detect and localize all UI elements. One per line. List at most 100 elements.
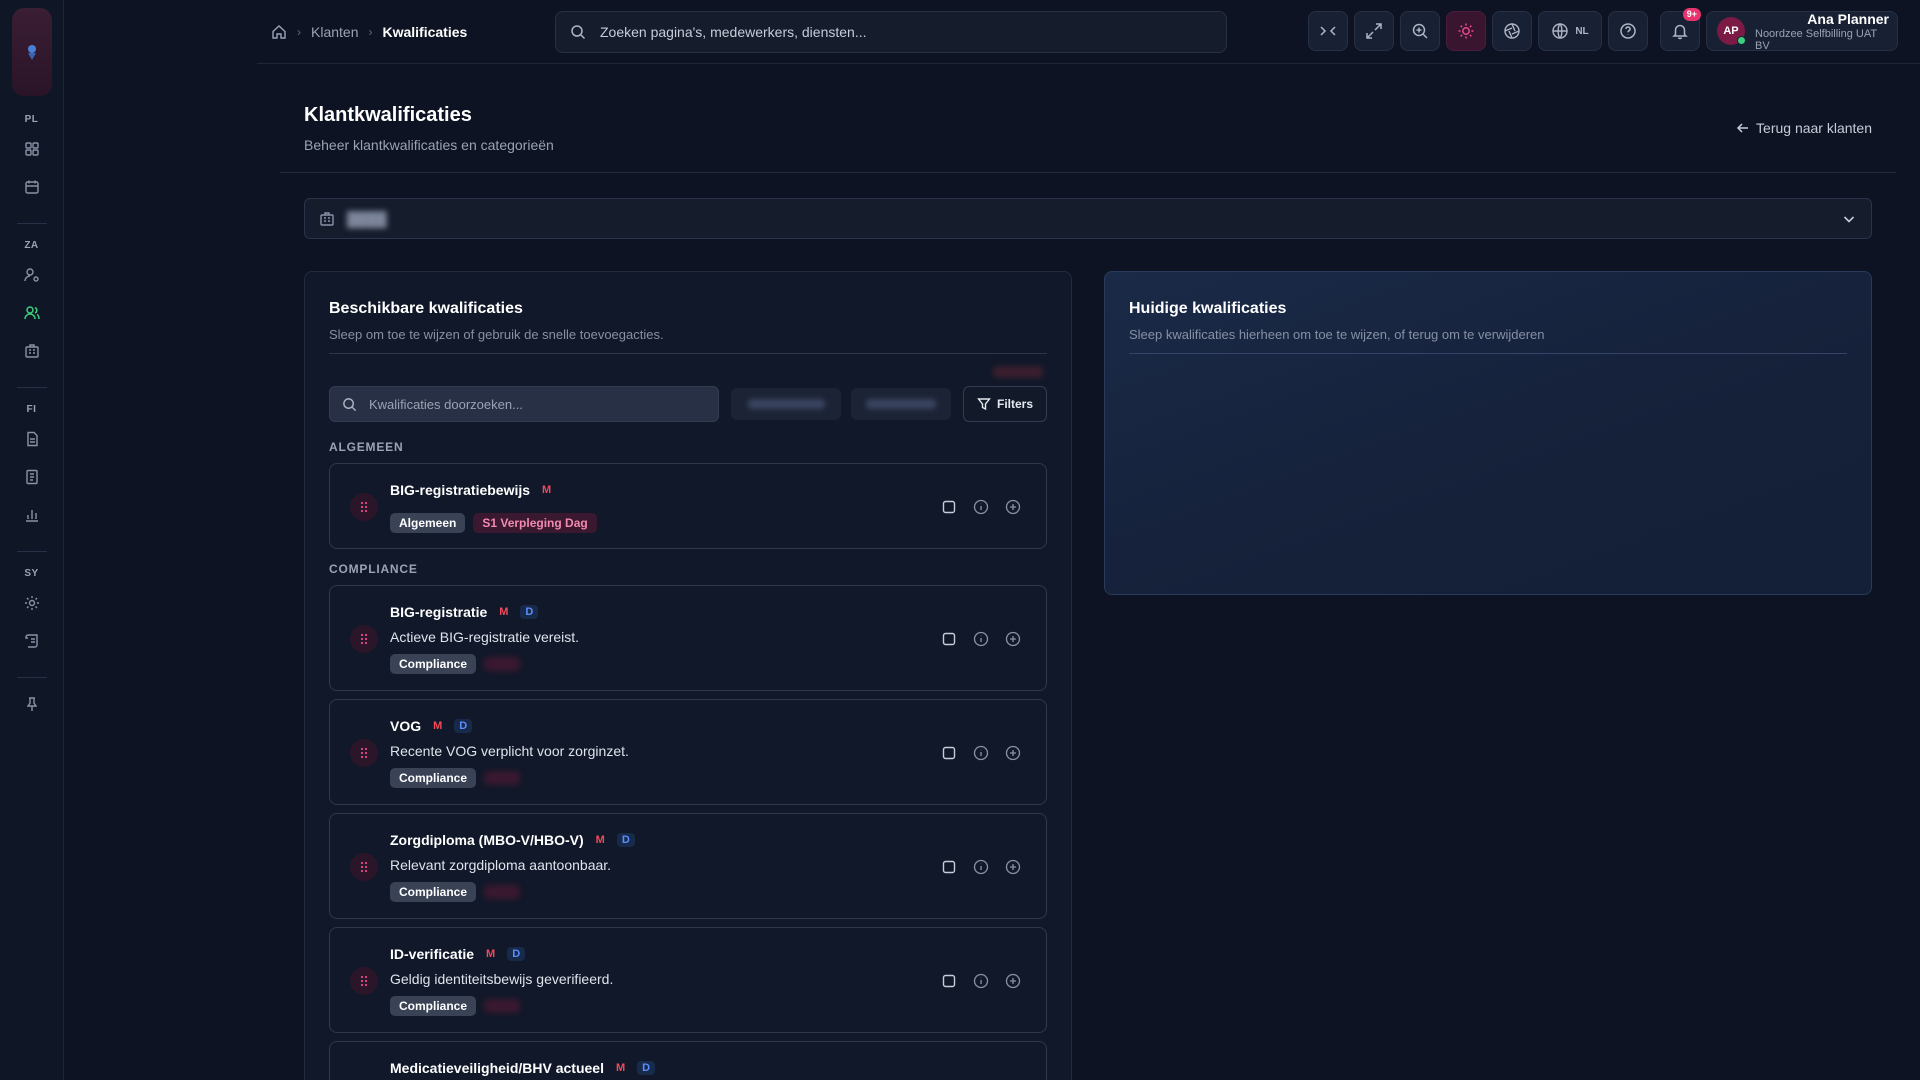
rail-payroll[interactable] [16, 461, 48, 493]
help-icon [1620, 23, 1636, 39]
global-search-input[interactable] [600, 24, 1180, 40]
qualification-description: Geldig identiteitsbewijs geverifieerd. [390, 971, 614, 987]
checkbox-icon [942, 632, 956, 646]
sun-icon [1458, 23, 1474, 39]
aperture-icon [1504, 23, 1520, 39]
qualification-header: Medicatieveiligheid/BHV actueel M D [390, 1060, 656, 1076]
qualification-item[interactable]: ID-verificatie M D Geldig identiteitsbew… [329, 927, 1047, 1033]
rail-dashboard[interactable] [16, 133, 48, 165]
info-button[interactable] [972, 498, 990, 516]
grip-icon [360, 633, 368, 645]
available-description: Sleep om toe te wijzen of gebruik de sne… [329, 327, 664, 342]
rail-buildings[interactable] [16, 335, 48, 367]
home-icon[interactable] [271, 24, 287, 40]
client-select[interactable]: ████ [304, 198, 1872, 239]
checkbox-icon [942, 860, 956, 874]
rail-group-za: ZA [24, 240, 39, 251]
add-button[interactable] [1004, 744, 1022, 762]
search-icon [343, 397, 357, 411]
breadcrumb-klanten[interactable]: Klanten [311, 24, 358, 40]
select-checkbox[interactable] [940, 630, 958, 648]
available-qualifications-card: Beschikbare kwalificaties Sleep om toe t… [304, 271, 1072, 1080]
info-button[interactable] [972, 744, 990, 762]
category-chip: Compliance [390, 882, 477, 902]
qualification-item[interactable]: Zorgdiploma (MBO-V/HBO-V) M D Relevant z… [329, 813, 1047, 919]
qualification-tags: Compliance [390, 768, 521, 788]
filters-button[interactable]: Filters [963, 386, 1047, 422]
zoom-button[interactable] [1400, 11, 1440, 51]
mandatory-badge: M [595, 834, 605, 846]
aperture-button[interactable] [1492, 11, 1532, 51]
fullscreen-button[interactable] [1354, 11, 1394, 51]
breadcrumb: › Klanten › Kwalificaties [271, 24, 467, 40]
top-bar: › Klanten › Kwalificaties Zoeken pagina'… [257, 0, 1920, 64]
top-actions: NL 9+ AP Ana Planner Noordzee Selfbillin… [1308, 8, 1920, 52]
pin-icon [26, 697, 37, 711]
checkbox-icon [942, 500, 956, 514]
grip-icon [360, 501, 368, 513]
category-chip: Compliance [390, 996, 477, 1016]
notifications-button[interactable]: 9+ [1660, 8, 1701, 51]
redacted-chip [484, 657, 521, 671]
qualification-search-input[interactable] [369, 396, 709, 412]
qualification-item[interactable]: Medicatieveiligheid/BHV actueel M D [329, 1041, 1047, 1080]
qualification-actions [940, 744, 1022, 762]
filter-icon [977, 398, 991, 411]
user-info: Ana Planner Noordzee Selfbilling UAT BV [1755, 11, 1889, 52]
qualification-name: Zorgdiploma (MBO-V/HBO-V) [390, 832, 584, 848]
select-checkbox[interactable] [940, 858, 958, 876]
grid-icon [24, 142, 39, 156]
info-button[interactable] [972, 858, 990, 876]
drag-handle[interactable] [350, 853, 378, 881]
add-button[interactable] [1004, 972, 1022, 990]
qualification-header: BIG-registratiebewijs M [390, 482, 555, 498]
rail-pin[interactable] [16, 688, 48, 720]
rail-reports[interactable] [16, 499, 48, 531]
rail-settings[interactable] [16, 587, 48, 619]
user-menu[interactable]: AP Ana Planner Noordzee Selfbilling UAT … [1706, 11, 1898, 52]
current-qualifications-dropzone[interactable]: Huidige kwalificaties Sleep kwalificatie… [1104, 271, 1872, 595]
current-title: Huidige kwalificaties [1129, 300, 1287, 317]
language-button[interactable]: NL [1538, 11, 1602, 51]
redacted-chip [484, 771, 521, 785]
redacted-button[interactable] [851, 388, 951, 420]
drag-handle[interactable] [350, 739, 378, 767]
qualification-item[interactable]: BIG-registratiebewijs M Algemeen S1 Verp… [329, 463, 1047, 549]
rail-employees[interactable] [16, 259, 48, 291]
info-button[interactable] [972, 630, 990, 648]
collapse-sidebar-button[interactable] [1308, 11, 1348, 51]
rail-group-fi: FI [26, 404, 37, 415]
info-button[interactable] [972, 972, 990, 990]
rail-clients[interactable] [16, 297, 48, 329]
qualification-description: Relevant zorgdiploma aantoonbaar. [390, 857, 612, 873]
select-checkbox[interactable] [940, 744, 958, 762]
qualification-item[interactable]: VOG M D Recente VOG verplicht voor zorgi… [329, 699, 1047, 805]
qualification-search[interactable] [329, 386, 719, 422]
global-search[interactable] [555, 11, 1227, 53]
rail-invoices[interactable] [16, 423, 48, 455]
document-badge: D [507, 947, 526, 961]
qualification-item[interactable]: BIG-registratie M D Actieve BIG-registra… [329, 585, 1047, 691]
card-divider [1129, 353, 1847, 354]
app-logo[interactable] [11, 8, 52, 96]
add-button[interactable] [1004, 858, 1022, 876]
redacted-button[interactable] [731, 388, 841, 420]
avatar: AP [1717, 17, 1746, 45]
client-select-value: ████ [319, 211, 387, 227]
notification-badge: 9+ [1682, 8, 1701, 21]
add-button[interactable] [1004, 498, 1022, 516]
drag-handle[interactable] [350, 625, 378, 653]
add-button[interactable] [1004, 630, 1022, 648]
select-checkbox[interactable] [940, 498, 958, 516]
rail-logs[interactable] [16, 625, 48, 657]
drag-handle[interactable] [350, 967, 378, 995]
redacted-count [993, 366, 1043, 378]
theme-toggle-button[interactable] [1446, 11, 1486, 51]
help-button[interactable] [1608, 11, 1648, 51]
zoom-in-icon [1412, 23, 1428, 39]
rail-calendar[interactable] [16, 171, 48, 203]
back-to-clients-link[interactable]: Terug naar klanten [1736, 120, 1872, 136]
select-checkbox[interactable] [940, 972, 958, 990]
expand-icon [1366, 23, 1382, 39]
drag-handle[interactable] [350, 493, 378, 521]
